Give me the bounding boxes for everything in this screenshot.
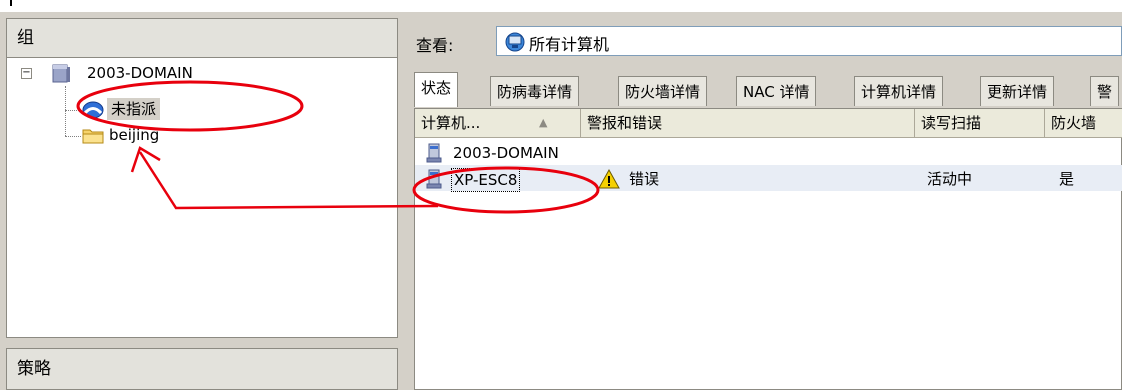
groups-header[interactable]: 组 xyxy=(6,18,398,58)
tree-connector xyxy=(65,86,66,136)
column-header-scan[interactable]: 读写扫描 xyxy=(915,109,1045,137)
tab-computer-details[interactable]: 计算机详情 xyxy=(854,76,944,106)
tab-nac-details[interactable]: NAC 详情 xyxy=(736,76,817,106)
top-tick xyxy=(10,0,12,6)
tab-status[interactable]: 状态 xyxy=(414,72,459,107)
tree-label-domain: 2003-DOMAIN xyxy=(87,64,193,82)
row-computer-name: XP-ESC8 xyxy=(451,168,521,192)
row-firewall-status: 是 xyxy=(1059,170,1075,188)
detail-tabs: 状态 防病毒详情 防火墙详情 NAC 详情 计算机详情 更新详情 警 xyxy=(414,72,1122,108)
top-strip xyxy=(0,0,1122,12)
server-icon xyxy=(52,64,70,83)
left-panel: 组 − 2003-DOMAIN 未指派 beijing 策略 xyxy=(6,18,398,390)
tab-antivirus-details[interactable]: 防病毒详情 xyxy=(490,76,580,106)
pane-splitter[interactable] xyxy=(398,12,414,390)
group-tree[interactable]: − 2003-DOMAIN 未指派 beijing xyxy=(6,58,398,338)
view-select-value: 所有计算机 xyxy=(529,35,610,54)
tree-connector xyxy=(65,136,81,137)
tree-connector xyxy=(65,110,81,111)
network-computers-icon xyxy=(505,32,525,52)
table-row[interactable]: XP-ESC8 错误 活动中 是 xyxy=(415,165,1122,192)
sort-ascending-icon: ▲ xyxy=(539,116,548,129)
right-panel: 查看: 所有计算机 状态 防病毒详情 防火墙详情 NAC 详情 计算机详情 更新… xyxy=(414,22,1122,390)
column-header-computer[interactable]: 计算机... ▲ xyxy=(415,109,581,137)
tab-firewall-details[interactable]: 防火墙详情 xyxy=(618,76,708,106)
column-header-firewall[interactable]: 防火墙 xyxy=(1045,109,1122,137)
tab-update-details[interactable]: 更新详情 xyxy=(980,76,1055,106)
computer-icon xyxy=(426,169,442,189)
policies-header[interactable]: 策略 xyxy=(6,348,398,390)
collapse-toggle[interactable]: − xyxy=(21,68,32,79)
warning-icon xyxy=(598,168,620,189)
view-label: 查看: xyxy=(416,36,454,55)
unassigned-group-icon xyxy=(82,101,104,119)
row-computer-name: 2003-DOMAIN xyxy=(453,144,559,162)
column-header-computer-label: 计算机... xyxy=(421,114,481,132)
computer-icon xyxy=(426,143,442,163)
column-header-alerts[interactable]: 警报和错误 xyxy=(581,109,915,137)
view-select[interactable]: 所有计算机 xyxy=(496,26,1122,56)
folder-icon xyxy=(82,129,104,144)
row-alert-text: 错误 xyxy=(629,170,660,188)
table-row[interactable]: 2003-DOMAIN xyxy=(415,139,1122,165)
column-headers: 计算机... ▲ 警报和错误 读写扫描 防火墙 xyxy=(415,109,1122,138)
tree-label-beijing: beijing xyxy=(109,126,160,144)
tree-label-unassigned: 未指派 xyxy=(107,98,161,120)
tab-alerts[interactable]: 警 xyxy=(1090,76,1120,106)
row-scan-status: 活动中 xyxy=(927,170,973,188)
computer-list[interactable]: 计算机... ▲ 警报和错误 读写扫描 防火墙 2003-DOMAIN XP-E… xyxy=(414,108,1122,390)
